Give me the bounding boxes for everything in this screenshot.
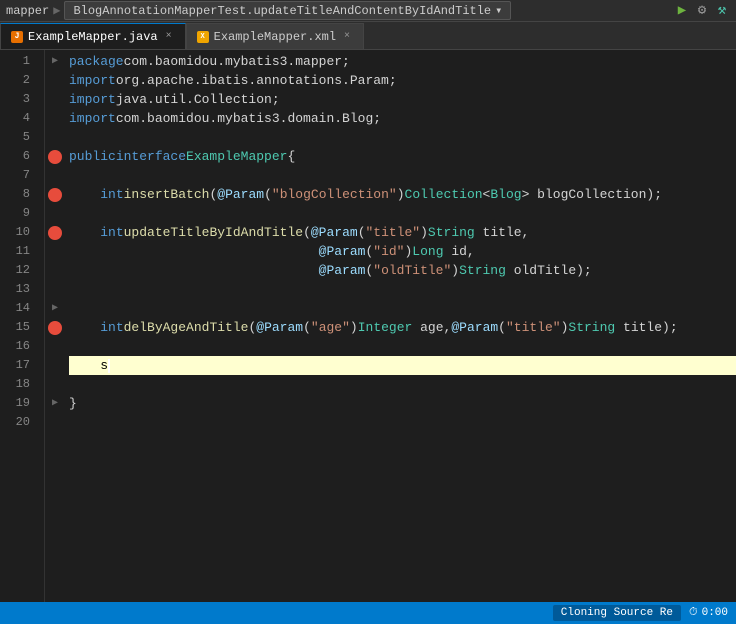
code-line: int delByAgeAndTitle(@Param("age") Integ… bbox=[69, 318, 736, 337]
code-line: import com.baomidou.mybatis3.domain.Blog… bbox=[69, 109, 736, 128]
mybatis-icon bbox=[48, 321, 62, 335]
code-line bbox=[69, 280, 736, 299]
tab-xml[interactable]: X ExampleMapper.xml × bbox=[186, 23, 364, 49]
code-line: int insertBatch(@Param("blogCollection")… bbox=[69, 185, 736, 204]
gutter-cell bbox=[45, 280, 65, 299]
tab-java[interactable]: J ExampleMapper.java × bbox=[0, 23, 186, 49]
line-number: 8 bbox=[0, 185, 36, 204]
gutter-cell bbox=[45, 109, 65, 128]
code-line: public interface ExampleMapper { bbox=[69, 147, 736, 166]
line-number: 9 bbox=[0, 204, 36, 223]
line-number: 17 bbox=[0, 356, 36, 375]
line-number: 5 bbox=[0, 128, 36, 147]
code-line bbox=[69, 166, 736, 185]
tab-java-label: ExampleMapper.java bbox=[28, 30, 158, 44]
line-number: 1 bbox=[0, 52, 36, 71]
line-number: 12 bbox=[0, 261, 36, 280]
top-bar-tab[interactable]: BlogAnnotationMapperTest.updateTitleAndC… bbox=[64, 1, 511, 20]
line-number: 20 bbox=[0, 413, 36, 432]
code-line: @Param("id") Long id, bbox=[69, 242, 736, 261]
gutter-cell bbox=[45, 71, 65, 90]
top-bar-tab-label: BlogAnnotationMapperTest.updateTitleAndC… bbox=[73, 4, 491, 18]
gutter-cell bbox=[45, 166, 65, 185]
gutter-cell: ▶ bbox=[45, 299, 65, 318]
mybatis-icon bbox=[48, 226, 62, 240]
gutter-cell bbox=[45, 128, 65, 147]
gutter-cell bbox=[45, 223, 65, 242]
gutter-cell bbox=[45, 242, 65, 261]
code-line: int updateTitleByIdAndTitle(@Param("titl… bbox=[69, 223, 736, 242]
code-area: 1234567891011121314151617181920 ▶▶▶ pack… bbox=[0, 50, 736, 602]
code-line bbox=[69, 413, 736, 432]
code-line: s bbox=[69, 356, 736, 375]
code-line: import java.util.Collection; bbox=[69, 90, 736, 109]
top-bar-tab-arrow: ▾ bbox=[495, 3, 502, 18]
clock-icon: ⏱ bbox=[689, 607, 698, 619]
cloning-label: Cloning Source Re bbox=[561, 607, 673, 619]
gutter-cell bbox=[45, 185, 65, 204]
build-icon[interactable]: ⚒ bbox=[714, 3, 730, 19]
gutter-cell bbox=[45, 318, 65, 337]
line-number: 16 bbox=[0, 337, 36, 356]
fold-arrow[interactable]: ▶ bbox=[52, 394, 58, 413]
tab-bar: J ExampleMapper.java × X ExampleMapper.x… bbox=[0, 22, 736, 50]
code-line bbox=[69, 299, 736, 318]
gutter-cell bbox=[45, 147, 65, 166]
line-number: 19 bbox=[0, 394, 36, 413]
line-number: 15 bbox=[0, 318, 36, 337]
line-numbers: 1234567891011121314151617181920 bbox=[0, 50, 45, 602]
code-line bbox=[69, 128, 736, 147]
run-icons-group: ▶ ⚙ ⚒ bbox=[674, 3, 730, 19]
fold-arrow[interactable]: ▶ bbox=[52, 299, 58, 318]
line-number: 7 bbox=[0, 166, 36, 185]
code-line bbox=[69, 375, 736, 394]
code-content[interactable]: package com.baomidou.mybatis3.mapper;imp… bbox=[65, 50, 736, 602]
top-bar-sep: ▶ bbox=[53, 3, 60, 18]
line-number: 18 bbox=[0, 375, 36, 394]
code-line: package com.baomidou.mybatis3.mapper; bbox=[69, 52, 736, 71]
top-bar-left: mapper bbox=[6, 4, 49, 18]
tab-java-close[interactable]: × bbox=[163, 31, 175, 43]
line-number: 10 bbox=[0, 223, 36, 242]
line-number: 2 bbox=[0, 71, 36, 90]
top-bar: mapper ▶ BlogAnnotationMapperTest.update… bbox=[0, 0, 736, 22]
gutter-cell bbox=[45, 413, 65, 432]
gutter-cell: ▶ bbox=[45, 52, 65, 71]
status-bar: Cloning Source Re ⏱ 0:00 bbox=[0, 602, 736, 624]
code-line bbox=[69, 204, 736, 223]
time-label: 0:00 bbox=[702, 607, 728, 619]
gutter: ▶ ▶ ▶ bbox=[45, 50, 65, 602]
gutter-cell bbox=[45, 356, 65, 375]
gutter-cell bbox=[45, 375, 65, 394]
mybatis-icon bbox=[48, 150, 62, 164]
gutter-cell bbox=[45, 90, 65, 109]
cloning-status: Cloning Source Re bbox=[553, 605, 681, 621]
line-number: 13 bbox=[0, 280, 36, 299]
fold-arrow[interactable]: ▶ bbox=[52, 52, 58, 71]
run-button[interactable]: ▶ bbox=[674, 3, 690, 19]
code-line bbox=[69, 337, 736, 356]
settings-icon[interactable]: ⚙ bbox=[694, 3, 710, 19]
java-file-icon: J bbox=[11, 31, 23, 43]
xml-file-icon: X bbox=[197, 31, 209, 43]
code-line: } bbox=[69, 394, 736, 413]
gutter-cell bbox=[45, 261, 65, 280]
gutter-cell bbox=[45, 337, 65, 356]
line-number: 3 bbox=[0, 90, 36, 109]
status-time: ⏱ 0:00 bbox=[689, 607, 728, 619]
mybatis-icon bbox=[48, 188, 62, 202]
tab-xml-label: ExampleMapper.xml bbox=[214, 30, 336, 44]
gutter-cell bbox=[45, 204, 65, 223]
gutter-cell: ▶ bbox=[45, 394, 65, 413]
tab-xml-close[interactable]: × bbox=[341, 31, 353, 43]
line-number: 6 bbox=[0, 147, 36, 166]
line-number: 4 bbox=[0, 109, 36, 128]
line-number: 14 bbox=[0, 299, 36, 318]
line-number: 11 bbox=[0, 242, 36, 261]
code-line: import org.apache.ibatis.annotations.Par… bbox=[69, 71, 736, 90]
code-line: @Param("oldTitle") String oldTitle); bbox=[69, 261, 736, 280]
